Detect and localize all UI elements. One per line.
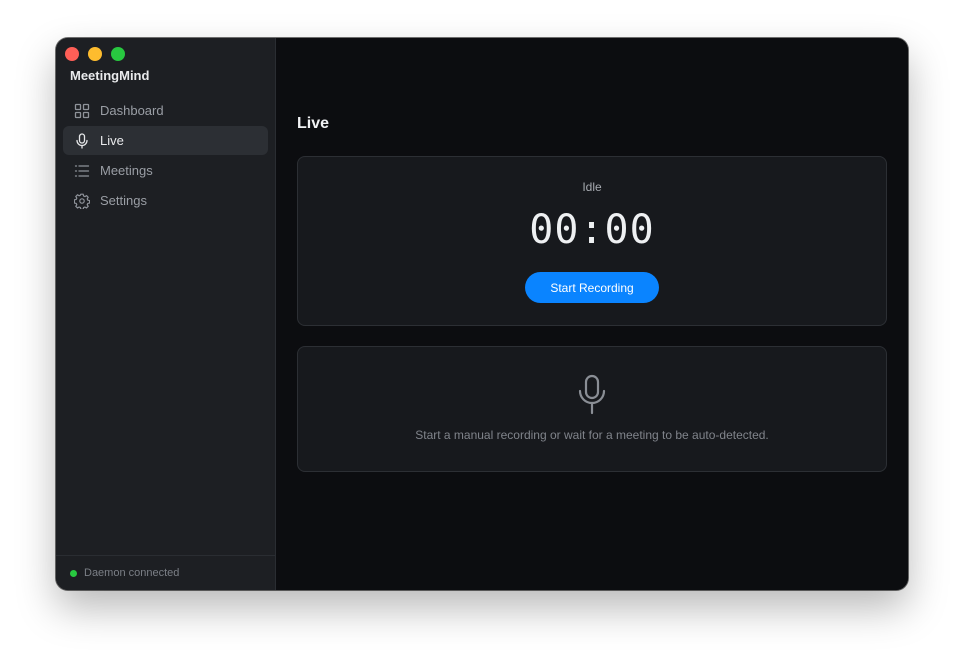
minimize-window-button[interactable] — [88, 47, 102, 61]
sidebar-item-dashboard[interactable]: Dashboard — [63, 96, 268, 125]
app-window: MeetingMind Dashboard Live Meetings Sett… — [56, 38, 908, 590]
sidebar-nav: Dashboard Live Meetings Settings — [63, 96, 268, 216]
sidebar-item-live[interactable]: Live — [63, 126, 268, 155]
connection-status: Daemon connected — [56, 555, 275, 590]
window-controls — [65, 47, 125, 61]
sidebar-item-label: Meetings — [100, 163, 153, 178]
sidebar-item-label: Settings — [100, 193, 147, 208]
main-content: Live Idle 00:00 Start Recording Start a … — [276, 38, 908, 590]
recorder-card: Idle 00:00 Start Recording — [297, 156, 887, 326]
sidebar-item-label: Live — [100, 133, 124, 148]
microphone-icon — [578, 374, 606, 415]
sidebar-item-settings[interactable]: Settings — [63, 186, 268, 215]
page-title: Live — [297, 115, 330, 132]
sidebar-item-label: Dashboard — [100, 103, 164, 118]
sidebar-item-meetings[interactable]: Meetings — [63, 156, 268, 185]
recording-status: Idle — [582, 180, 602, 194]
empty-state-message: Start a manual recording or wait for a m… — [415, 428, 769, 442]
status-indicator-dot — [70, 569, 77, 577]
status-label: Daemon connected — [84, 567, 180, 579]
close-window-button[interactable] — [65, 47, 79, 61]
zoom-window-button[interactable] — [111, 47, 125, 61]
app-name: MeetingMind — [70, 68, 150, 83]
microphone-icon — [74, 132, 90, 149]
empty-state-card: Start a manual recording or wait for a m… — [297, 346, 887, 472]
start-recording-button[interactable]: Start Recording — [525, 272, 659, 303]
gear-icon — [74, 193, 90, 209]
sidebar: MeetingMind Dashboard Live Meetings Sett… — [56, 38, 276, 590]
recording-timer: 00:00 — [529, 207, 655, 253]
grid-icon — [74, 103, 90, 119]
list-icon — [74, 163, 90, 179]
